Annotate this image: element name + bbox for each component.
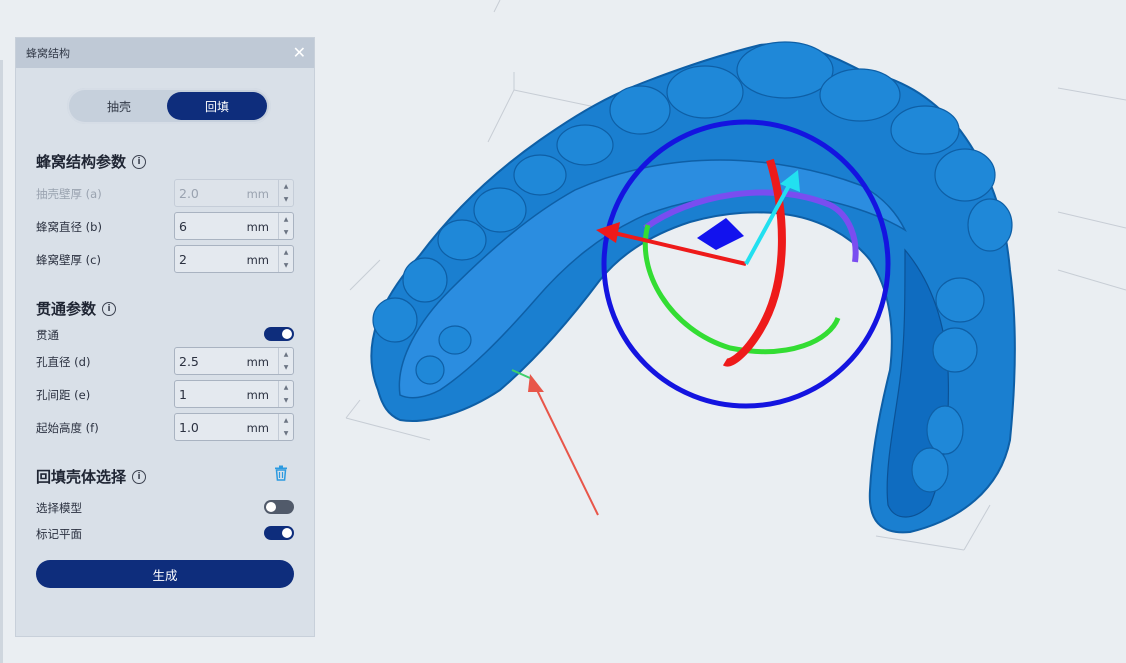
panel-title: 蜂窝结构 <box>26 47 70 60</box>
stepper-icon[interactable]: ▲ ▼ <box>278 348 293 374</box>
hole-spacing-label: 孔间距 (e) <box>36 388 91 402</box>
stepper-icon[interactable]: ▲ ▼ <box>278 414 293 440</box>
mark-plane-toggle[interactable] <box>264 526 294 540</box>
cell-wall-label: 蜂窝壁厚 (c) <box>36 253 101 267</box>
stepper-icon: ▲ ▼ <box>278 180 293 206</box>
cell-wall-value[interactable]: 2 <box>179 252 187 267</box>
tab-shell[interactable]: 抽壳 <box>69 92 169 120</box>
hole-spacing-value[interactable]: 1 <box>179 387 187 402</box>
info-icon[interactable]: i <box>132 154 147 169</box>
hole-diameter-input[interactable]: 2.5 mm ▲ ▼ <box>174 347 294 375</box>
shell-thickness-input: 2.0 mm ▲ ▼ <box>174 179 294 207</box>
stepper-icon[interactable]: ▲ ▼ <box>278 213 293 239</box>
through-toggle[interactable] <box>264 327 294 341</box>
cell-diameter-unit: mm <box>246 220 269 234</box>
shell-thickness-label: 抽壳壁厚 (a) <box>36 187 102 201</box>
shell-thickness-unit: mm <box>246 187 269 201</box>
hole-diameter-label: 孔直径 (d) <box>36 355 91 369</box>
through-toggle-label: 贯通 <box>36 328 59 342</box>
backfill-heading: 回填壳体选择 i <box>36 466 147 487</box>
select-model-label: 选择模型 <box>36 501 82 515</box>
mark-plane-label: 标记平面 <box>36 527 82 541</box>
trash-icon[interactable] <box>274 465 288 481</box>
through-params-heading: 贯通参数 i <box>36 298 117 319</box>
tab-backfill[interactable]: 回填 <box>167 92 267 120</box>
start-height-unit: mm <box>246 421 269 435</box>
through-params-title: 贯通参数 <box>36 300 97 318</box>
stepper-icon[interactable]: ▲ ▼ <box>278 381 293 407</box>
start-height-input[interactable]: 1.0 mm ▲ ▼ <box>174 413 294 441</box>
hole-spacing-input[interactable]: 1 mm ▲ ▼ <box>174 380 294 408</box>
generate-button[interactable]: 生成 <box>36 560 294 588</box>
honeycomb-panel: 蜂窝结构 ✕ 抽壳 回填 蜂窝结构参数 i 抽壳壁厚 (a) 2.0 mm ▲ ▼… <box>15 37 315 637</box>
mode-segmented-control: 抽壳 回填 <box>67 88 271 124</box>
info-icon[interactable]: i <box>132 469 147 484</box>
start-height-value[interactable]: 1.0 <box>179 420 199 435</box>
select-model-toggle[interactable] <box>264 500 294 514</box>
cell-diameter-label: 蜂窝直径 (b) <box>36 220 102 234</box>
panel-header: 蜂窝结构 ✕ <box>16 38 314 68</box>
hole-diameter-value[interactable]: 2.5 <box>179 354 199 369</box>
dental-model[interactable] <box>370 41 1016 534</box>
backfill-title: 回填壳体选择 <box>36 468 127 486</box>
hole-diameter-unit: mm <box>246 355 269 369</box>
info-icon[interactable]: i <box>102 301 117 316</box>
cell-diameter-input[interactable]: 6 mm ▲ ▼ <box>174 212 294 240</box>
honeycomb-params-title: 蜂窝结构参数 <box>36 153 127 171</box>
honeycomb-params-heading: 蜂窝结构参数 i <box>36 151 147 172</box>
start-height-label: 起始高度 (f) <box>36 421 99 435</box>
cell-wall-input[interactable]: 2 mm ▲ ▼ <box>174 245 294 273</box>
shell-thickness-value: 2.0 <box>179 186 199 201</box>
viewport-left-edge <box>0 60 3 663</box>
annotation-arrow <box>511 369 599 516</box>
hole-spacing-unit: mm <box>246 388 269 402</box>
stepper-icon[interactable]: ▲ ▼ <box>278 246 293 272</box>
cell-diameter-value[interactable]: 6 <box>179 219 187 234</box>
close-icon[interactable]: ✕ <box>293 45 306 61</box>
cell-wall-unit: mm <box>246 253 269 267</box>
